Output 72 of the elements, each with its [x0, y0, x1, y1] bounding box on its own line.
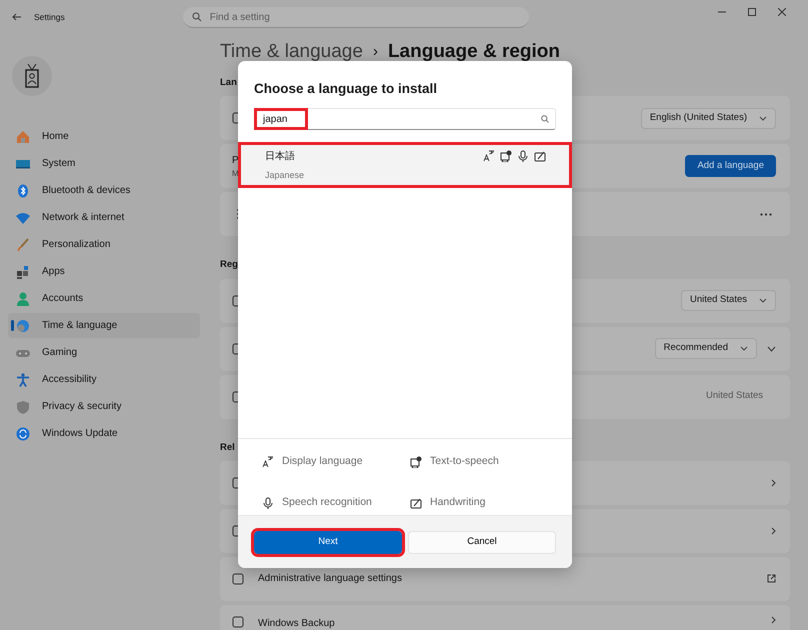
legend-label: Display language [282, 454, 363, 469]
text-to-speech-icon [410, 456, 422, 468]
sidebar-item[interactable]: Time & language [8, 313, 200, 338]
external-link-icon[interactable] [767, 574, 776, 584]
breadcrumb-separator: › [372, 42, 378, 62]
microphone-icon [517, 150, 529, 162]
cancel-button[interactable]: Cancel [408, 530, 556, 554]
sidebar-item[interactable]: Personalization [8, 232, 200, 257]
handwriting-icon [534, 150, 546, 162]
sidebar-item[interactable]: Home [8, 124, 200, 149]
language-english-name: Japanese [265, 169, 304, 182]
setting-icon [232, 572, 244, 585]
shield-icon [16, 400, 30, 414]
section-heading: Lan [220, 76, 237, 90]
setting-title: P [232, 154, 239, 168]
search-icon [192, 12, 202, 22]
setting-title: Administrative language settings [258, 572, 402, 586]
add-language-button[interactable]: Add a language [685, 155, 776, 178]
display-language-icon [483, 150, 495, 162]
close-icon[interactable] [778, 8, 786, 16]
sidebar-item[interactable]: Network & internet [8, 205, 200, 230]
window-title: Settings [34, 11, 65, 24]
search-icon [541, 115, 549, 123]
setting-description: M [232, 168, 239, 180]
sidebar-item[interactable]: Privacy & security [8, 394, 200, 419]
chevron-right-icon[interactable] [771, 616, 776, 624]
sidebar-item[interactable]: System [8, 151, 200, 176]
legend-label: Speech recognition [282, 494, 372, 510]
setting-icon [232, 616, 244, 628]
language-result[interactable]: 日本語 Japanese [240, 144, 570, 186]
chevron-down-icon [759, 116, 767, 121]
sidebar-item[interactable]: Apps [8, 259, 200, 284]
display-language-icon [262, 456, 274, 468]
sidebar-item[interactable]: Accounts [8, 286, 200, 311]
dialog-title: Choose a language to install [253, 80, 438, 98]
brush-icon [16, 238, 30, 252]
dropdown[interactable]: Recommended [654, 338, 757, 359]
dropdown[interactable]: United States [680, 290, 776, 311]
wifi-icon [16, 210, 30, 224]
maximize-icon[interactable] [748, 8, 756, 16]
home-icon [16, 130, 30, 144]
back-icon[interactable] [12, 13, 22, 21]
handwriting-icon [410, 496, 422, 508]
apps-icon [16, 264, 30, 278]
text-to-speech-icon [500, 150, 512, 162]
person-icon [16, 292, 30, 306]
chevron-right-icon[interactable] [771, 478, 776, 487]
section-heading: Reg [220, 258, 238, 272]
expand-icon[interactable] [767, 346, 776, 352]
refresh-icon [16, 426, 30, 440]
setting-title: Windows Backup [258, 616, 335, 630]
dropdown[interactable]: English (United States) [640, 108, 776, 129]
bluetooth-icon [16, 184, 30, 198]
sidebar-item[interactable]: Bluetooth & devices [8, 178, 200, 203]
section-heading: Rel [220, 440, 235, 454]
language-native-name: 日本語 [265, 150, 296, 164]
sidebar-item[interactable]: Windows Update [8, 421, 200, 446]
microphone-icon [262, 496, 274, 508]
globe-icon [16, 318, 30, 332]
sidebar-item[interactable]: Accessibility [8, 367, 200, 392]
sidebar-item[interactable]: Gaming [8, 340, 200, 365]
legend-label: Text-to-speech [430, 454, 499, 469]
chevron-down-icon [759, 298, 767, 303]
legend-label: Handwriting [430, 494, 486, 510]
more-icon[interactable] [760, 212, 772, 216]
page-title: Language & region [388, 40, 560, 64]
chevron-down-icon [740, 346, 748, 351]
search-field[interactable]: japan [254, 108, 556, 130]
badge-icon [25, 64, 39, 88]
setting-value: United States [706, 389, 763, 404]
accessibility-icon [16, 372, 30, 386]
chevron-right-icon[interactable] [771, 526, 776, 535]
